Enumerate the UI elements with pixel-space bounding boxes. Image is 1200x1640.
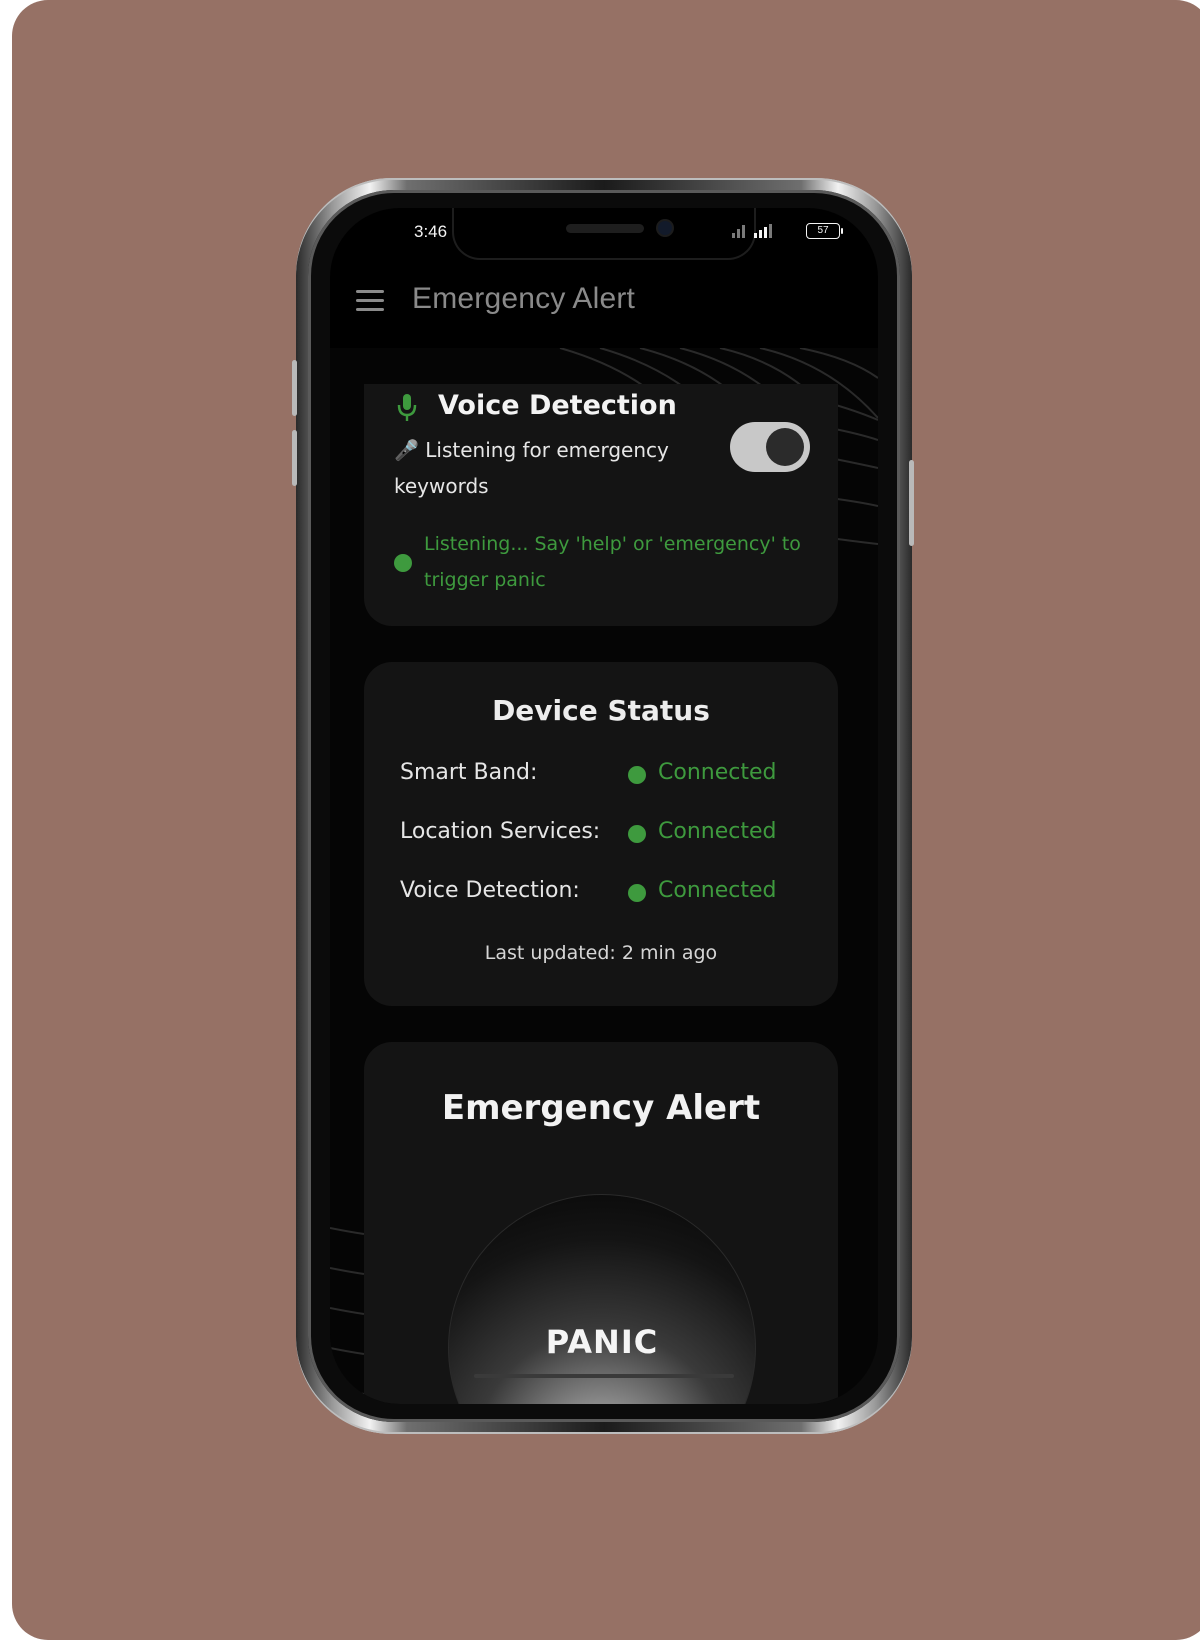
device-status-card: Device Status Smart Band: Connected Loca… <box>364 662 838 1006</box>
device-value: Connected <box>658 819 777 844</box>
status-dot-icon <box>628 766 646 784</box>
device-label: Smart Band: <box>400 760 538 785</box>
status-time: 3:46 <box>414 222 448 241</box>
power-button-frame <box>909 460 914 546</box>
panic-button-label: PANIC <box>545 1323 659 1361</box>
notch <box>452 208 756 260</box>
voice-detection-title: Voice Detection <box>438 390 677 421</box>
cellular-signal-icon <box>754 224 772 238</box>
panic-button[interactable]: PANIC <box>448 1194 756 1404</box>
last-updated-text: Last updated: 2 min ago <box>484 942 718 964</box>
microphone-icon <box>397 394 417 421</box>
voice-detection-toggle[interactable] <box>730 422 810 472</box>
voice-detection-description-text: Listening for emergency keywords <box>394 438 669 498</box>
voice-detection-description: 🎤 Listening for emergency keywords <box>394 432 704 504</box>
status-dot-icon <box>628 884 646 902</box>
volume-down-button-frame <box>292 430 297 486</box>
app-title: Emergency Alert <box>412 282 636 315</box>
device-row-voice-detection: Voice Detection: Connected <box>400 872 810 912</box>
app-bar: Emergency Alert <box>330 260 878 348</box>
device-status-title: Device Status <box>492 694 710 727</box>
home-indicator <box>474 1374 734 1378</box>
main-content[interactable]: Voice Detection 🎤 Listening for emergenc… <box>330 348 878 1404</box>
microphone-emoji-icon: 🎤 <box>394 438 419 462</box>
phone-screen: 3:46 57 Emergency Alert Voice Detection … <box>330 208 878 1404</box>
hamburger-menu-icon[interactable] <box>356 290 384 312</box>
listening-status-dot-icon <box>394 554 412 572</box>
speaker-grille <box>566 224 644 233</box>
emergency-alert-card: Emergency Alert PANIC <box>364 1042 838 1404</box>
signal-strength-icon <box>732 224 745 238</box>
device-value: Connected <box>658 878 777 903</box>
device-label: Location Services: <box>400 819 601 844</box>
status-bar: 3:46 57 <box>330 208 878 260</box>
listening-status-text: Listening... Say 'help' or 'emergency' t… <box>424 533 801 591</box>
emergency-alert-title: Emergency Alert <box>441 1088 761 1128</box>
status-dot-icon <box>628 825 646 843</box>
battery-icon: 57 <box>806 223 843 239</box>
device-row-smart-band: Smart Band: Connected <box>400 754 810 794</box>
device-value: Connected <box>658 760 777 785</box>
device-row-location-services: Location Services: Connected <box>400 813 810 853</box>
volume-up-button-frame <box>292 360 297 416</box>
front-camera-icon <box>658 221 672 235</box>
device-label: Voice Detection: <box>400 878 580 903</box>
voice-detection-card: Voice Detection 🎤 Listening for emergenc… <box>364 384 838 626</box>
toggle-knob <box>766 428 804 466</box>
